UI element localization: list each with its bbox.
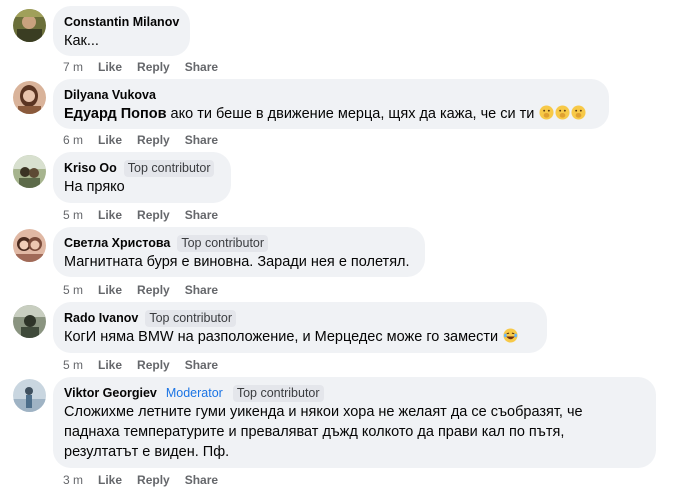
avatar[interactable] [13, 9, 46, 42]
like-button[interactable]: Like [98, 473, 122, 487]
avatar[interactable] [13, 379, 46, 412]
reply-button[interactable]: Reply [137, 208, 170, 222]
timestamp[interactable]: 3 m [63, 473, 83, 487]
reply-button[interactable]: Reply [137, 358, 170, 372]
reply-button[interactable]: Reply [137, 473, 170, 487]
comment-text: Едуард Попов ако ти беше в движение мерц… [64, 104, 597, 124]
reply-button[interactable]: Reply [137, 60, 170, 74]
timestamp[interactable]: 6 m [63, 133, 83, 147]
comment-bubble: Dilyana Vukova Едуард Попов ако ти беше … [53, 79, 609, 129]
avatar[interactable] [13, 81, 46, 114]
author-name[interactable]: Rado Ivanov [64, 311, 138, 325]
comment-bubble: Viktor Georgiev Moderator Top contributo… [53, 377, 656, 468]
avatar[interactable] [13, 155, 46, 188]
reply-button[interactable]: Reply [137, 133, 170, 147]
like-button[interactable]: Like [98, 208, 122, 222]
comment-text-line: паднаха температурите и преваляват дъжд … [64, 424, 565, 440]
mention-link[interactable]: Едуард Попов [64, 106, 167, 122]
timestamp[interactable]: 5 m [63, 208, 83, 222]
comment-actions: 3 m Like Reply Share [63, 472, 233, 488]
comment-bubble: Светла Христова Top contributor Магнитна… [53, 227, 425, 277]
comment-text-line: Сложихме летните гуми уикенда и някои хо… [64, 404, 583, 420]
author-name[interactable]: Kriso Oo [64, 161, 117, 175]
comment-actions: 7 m Like Reply Share [63, 59, 233, 75]
avatar[interactable] [13, 229, 46, 262]
comment-text: КогИ няма BMW на разположение, и Мерцеде… [64, 327, 535, 347]
like-button[interactable]: Like [98, 133, 122, 147]
timestamp[interactable]: 5 m [63, 283, 83, 297]
hand-over-mouth-emoji-icon [538, 105, 586, 122]
author-name[interactable]: Viktor Georgiev [64, 386, 157, 400]
comment-text: Как... [64, 33, 99, 49]
top-contributor-badge[interactable]: Top contributor [177, 234, 269, 252]
timestamp[interactable]: 7 m [63, 60, 83, 74]
top-contributor-badge[interactable]: Top contributor [123, 159, 215, 177]
comment-bubble: Constantin Milanov Как... [53, 6, 190, 56]
share-button[interactable]: Share [185, 473, 218, 487]
laughing-emoji-icon [502, 328, 518, 345]
comment-actions: 5 m Like Reply Share [63, 357, 233, 373]
share-button[interactable]: Share [185, 283, 218, 297]
reply-button[interactable]: Reply [137, 283, 170, 297]
share-button[interactable]: Share [185, 208, 218, 222]
comment-actions: 5 m Like Reply Share [63, 207, 233, 223]
comment-text-line: резултатът е виден. Пф. [64, 444, 230, 460]
avatar[interactable] [13, 305, 46, 338]
top-contributor-badge[interactable]: Top contributor [232, 384, 324, 402]
share-button[interactable]: Share [185, 133, 218, 147]
comment-actions: 5 m Like Reply Share [63, 282, 233, 298]
like-button[interactable]: Like [98, 60, 122, 74]
author-name[interactable]: Constantin Milanov [64, 15, 179, 29]
comment-text: Магнитната буря е виновна. Заради нея е … [64, 254, 410, 270]
comment-actions: 6 m Like Reply Share [63, 132, 233, 148]
comment-bubble: Kriso Oo Top contributor На пряко [53, 152, 231, 203]
top-contributor-badge[interactable]: Top contributor [145, 309, 237, 327]
comment-bubble: Rado Ivanov Top contributor КогИ няма BM… [53, 302, 547, 353]
share-button[interactable]: Share [185, 358, 218, 372]
comment-text: На пряко [64, 179, 125, 195]
moderator-badge[interactable]: Moderator [164, 385, 227, 402]
like-button[interactable]: Like [98, 358, 122, 372]
author-name[interactable]: Dilyana Vukova [64, 88, 156, 102]
share-button[interactable]: Share [185, 60, 218, 74]
timestamp[interactable]: 5 m [63, 358, 83, 372]
like-button[interactable]: Like [98, 283, 122, 297]
author-name[interactable]: Светла Христова [64, 236, 170, 250]
